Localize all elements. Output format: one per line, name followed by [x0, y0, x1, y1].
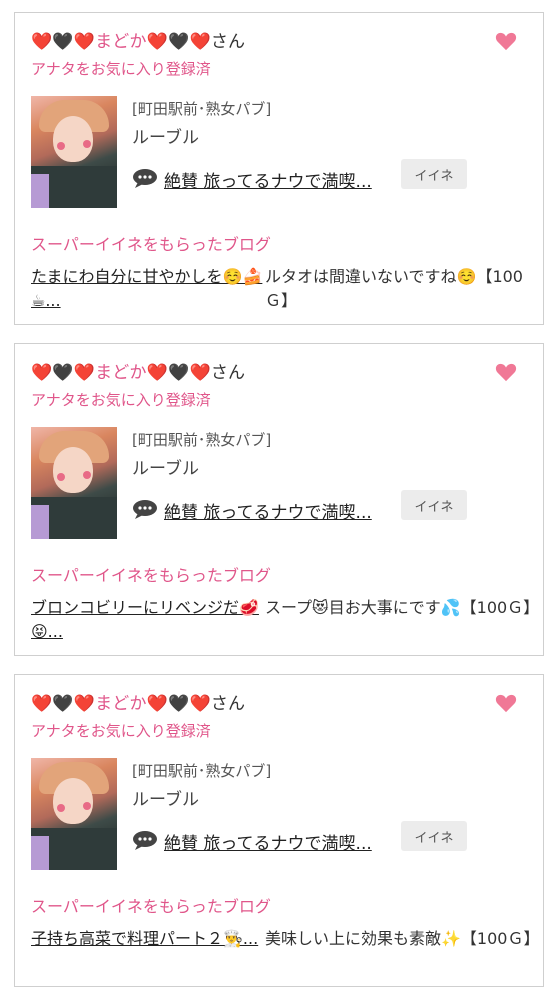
blog-description: 美味しい上に効果も素敵✨【100Ｇ】	[265, 929, 540, 948]
blog-description: スープ😻目お大事にです💦【100Ｇ】	[265, 598, 540, 617]
iine-button[interactable]: イイネ	[401, 490, 467, 520]
favorite-status: アナタをお気に入り登録済	[31, 722, 211, 740]
user-handle[interactable]: ❤️🖤❤️まどか❤️🖤❤️さん	[31, 27, 245, 52]
favorite-status: アナタをお気に入り登録済	[31, 60, 211, 78]
heart-emoji-suffix: ❤️🖤❤️	[146, 363, 211, 383]
favorite-heart-icon[interactable]	[495, 31, 517, 51]
blog-title-link[interactable]: たまにわ自分に甘やかしを☺️🍰☕...	[31, 265, 263, 313]
cast-name[interactable]: ルーブル	[132, 454, 199, 479]
speech-bubble-icon	[133, 500, 157, 519]
heart-emoji-suffix: ❤️🖤❤️	[146, 694, 211, 714]
favorite-heart-icon[interactable]	[495, 362, 517, 382]
comment-link[interactable]: 絶賛 旅ってるナウで満喫...	[164, 498, 372, 523]
comment-link[interactable]: 絶賛 旅ってるナウで満喫...	[164, 167, 372, 192]
heart-emoji-suffix: ❤️🖤❤️	[146, 32, 211, 52]
section-label: スーパーイイネをもらったブログ	[31, 897, 271, 916]
favorite-card: ❤️🖤❤️まどか❤️🖤❤️さん アナタをお気に入り登録済 [町田駅前･熟女パブ]…	[14, 343, 544, 656]
cast-avatar[interactable]	[31, 758, 117, 870]
favorite-status: アナタをお気に入り登録済	[31, 391, 211, 409]
honorific: さん	[210, 363, 246, 383]
shop-label: [町田駅前･熟女パブ]	[132, 100, 272, 118]
section-label: スーパーイイネをもらったブログ	[31, 235, 271, 254]
cast-avatar[interactable]	[31, 96, 117, 208]
heart-emoji-prefix: ❤️🖤❤️	[31, 363, 96, 383]
honorific: さん	[210, 694, 246, 714]
favorite-card: ❤️🖤❤️まどか❤️🖤❤️さん アナタをお気に入り登録済 [町田駅前･熟女パブ]…	[14, 674, 544, 987]
shop-label: [町田駅前･熟女パブ]	[132, 431, 272, 449]
blog-title-link[interactable]: ブロンコビリーにリベンジだ🥩😝...	[31, 596, 263, 644]
favorite-card: ❤️🖤❤️まどか❤️🖤❤️さん アナタをお気に入り登録済 [町田駅前･熟女パブ]…	[14, 12, 544, 325]
user-name: まどか	[95, 694, 147, 714]
heart-emoji-prefix: ❤️🖤❤️	[31, 32, 96, 52]
cast-name[interactable]: ルーブル	[132, 785, 199, 810]
favorite-heart-icon[interactable]	[495, 693, 517, 713]
iine-button[interactable]: イイネ	[401, 821, 467, 851]
speech-bubble-icon	[133, 169, 157, 188]
cast-avatar[interactable]	[31, 427, 117, 539]
speech-bubble-icon	[133, 831, 157, 850]
section-label: スーパーイイネをもらったブログ	[31, 566, 271, 585]
blog-description: ルタオは間違いないですね☺️【100Ｇ】	[265, 267, 523, 310]
comment-link[interactable]: 絶賛 旅ってるナウで満喫...	[164, 829, 372, 854]
heart-emoji-prefix: ❤️🖤❤️	[31, 694, 96, 714]
user-handle[interactable]: ❤️🖤❤️まどか❤️🖤❤️さん	[31, 689, 245, 714]
honorific: さん	[210, 32, 246, 52]
user-name: まどか	[95, 32, 147, 52]
cast-name[interactable]: ルーブル	[132, 123, 199, 148]
shop-label: [町田駅前･熟女パブ]	[132, 762, 272, 780]
user-handle[interactable]: ❤️🖤❤️まどか❤️🖤❤️さん	[31, 358, 245, 383]
iine-button[interactable]: イイネ	[401, 159, 467, 189]
blog-title-link[interactable]: 子持ち高菜で料理パート２👨‍🍳...	[31, 927, 263, 951]
user-name: まどか	[95, 363, 147, 383]
